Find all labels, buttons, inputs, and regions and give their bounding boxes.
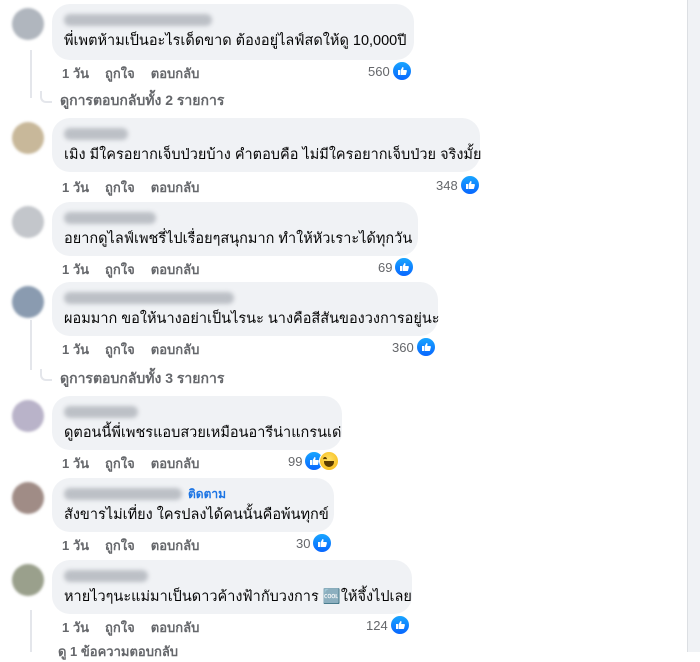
comment-bubble: พี่เพตห้ามเป็นอะไรเด็ดขาด ต้องอยู่ไลฟ์สด… (52, 4, 414, 60)
reaction-count: 30 (296, 535, 311, 551)
like-link[interactable]: ถูกใจ (105, 259, 135, 280)
avatar[interactable] (12, 564, 44, 596)
avatar[interactable] (12, 400, 44, 432)
comment-time[interactable]: 1 วัน (62, 617, 89, 638)
avatar[interactable] (12, 206, 44, 238)
comment-time[interactable]: 1 วัน (62, 63, 89, 84)
reaction-count: 124 (366, 617, 388, 633)
reaction-summary[interactable]: 69 (378, 257, 415, 277)
comment-actions: 1 วัน ถูกใจ ตอบกลับ (62, 339, 199, 360)
comment-actions: 1 วัน ถูกใจ ตอบกลับ (62, 453, 199, 474)
reply-link[interactable]: ตอบกลับ (151, 453, 200, 474)
comment-text: สังขารไม่เที่ยง ใครปลงได้คนนั้นคือพ้นทุก… (64, 507, 329, 523)
comment-text: หายไวๆนะแม่มาเป็นดาวค้างฟ้ากับวงการ 🆒ให้… (64, 589, 412, 605)
view-replies-label: ดูการตอบกลับทั้ง 3 รายการ (60, 370, 225, 386)
comment-actions: 1 วัน ถูกใจ ตอบกลับ (62, 177, 199, 198)
thread-line (30, 50, 32, 98)
comment-text: อยากดูไลฟ์เพชรี่ไปเรื่อยๆสนุกมาก ทำให้หั… (64, 231, 413, 247)
reaction-summary[interactable]: 348 (436, 175, 480, 195)
reaction-summary[interactable]: 360 (392, 337, 436, 357)
comment-text: เมิง มีใครอยากเจ็บป่วยบ้าง คำตอบคือ ไม่ม… (64, 147, 482, 163)
author-name[interactable] (64, 570, 148, 582)
comment-bubble: ดูตอนนี้พี่เพชรแอบสวยเหมือนอารีน่าแกรนเด… (52, 396, 342, 450)
comment-actions: 1 วัน ถูกใจ ตอบกลับ (62, 617, 199, 638)
comment-actions: 1 วัน ถูกใจ ตอบกลับ (62, 259, 199, 280)
avatar[interactable] (12, 286, 44, 318)
reply-link[interactable]: ตอบกลับ (151, 339, 200, 360)
comment-text: ผอมมาก ขอให้นางอย่าเป็นไรนะ นางคือสีสันข… (64, 311, 440, 327)
reaction-summary[interactable]: 124 (366, 615, 410, 635)
thread-line (30, 610, 32, 652)
thumbs-up-icon (415, 337, 436, 357)
thumbs-up-icon (312, 533, 333, 553)
comment-actions: 1 วัน ถูกใจ ตอบกลับ (62, 535, 199, 556)
avatar[interactable] (12, 482, 44, 514)
comment-text: ดูตอนนี้พี่เพชรแอบสวยเหมือนอารีน่าแกรนเด… (64, 425, 342, 441)
reaction-count: 560 (368, 63, 390, 79)
author-name[interactable] (64, 14, 212, 26)
reaction-summary[interactable]: 30 (296, 533, 333, 553)
reaction-count: 348 (436, 177, 458, 193)
author-name[interactable] (64, 488, 182, 500)
author-name[interactable] (64, 128, 128, 140)
comment-time[interactable]: 1 วัน (62, 535, 89, 556)
like-link[interactable]: ถูกใจ (105, 63, 135, 84)
reaction-count: 360 (392, 339, 414, 355)
reply-hook-line (40, 91, 52, 103)
reply-link[interactable]: ตอบกลับ (151, 177, 200, 198)
like-link[interactable]: ถูกใจ (105, 453, 135, 474)
reaction-summary[interactable]: 560 (368, 61, 412, 81)
reaction-summary[interactable]: 99 (288, 451, 340, 471)
comment-bubble: อยากดูไลฟ์เพชรี่ไปเรื่อยๆสนุกมาก ทำให้หั… (52, 202, 418, 256)
haha-icon (319, 451, 340, 471)
comment-bubble: ติดตาม สังขารไม่เที่ยง ใครปลงได้คนนั้นคื… (52, 478, 334, 532)
author-name[interactable] (64, 406, 138, 418)
thread-line (30, 320, 32, 370)
reply-hook-line (40, 369, 52, 381)
comment-text: พี่เพตห้ามเป็นอะไรเด็ดขาด ต้องอยู่ไลฟ์สด… (64, 33, 407, 49)
page-scrollbar[interactable] (687, 0, 700, 652)
author-name[interactable] (64, 212, 156, 224)
avatar[interactable] (12, 122, 44, 154)
reply-link[interactable]: ตอบกลับ (151, 617, 200, 638)
comment-bubble: หายไวๆนะแม่มาเป็นดาวค้างฟ้ากับวงการ 🆒ให้… (52, 560, 412, 614)
thumbs-up-icon (389, 615, 410, 635)
reply-link[interactable]: ตอบกลับ (151, 259, 200, 280)
comment-bubble: เมิง มีใครอยากเจ็บป่วยบ้าง คำตอบคือ ไม่ม… (52, 118, 482, 172)
reply-link[interactable]: ตอบกลับ (151, 63, 200, 84)
thumbs-up-icon (459, 175, 480, 195)
comment-time[interactable]: 1 วัน (62, 177, 89, 198)
comment-actions: 1 วัน ถูกใจ ตอบกลับ (62, 63, 199, 84)
thumbs-up-icon (391, 61, 412, 81)
view-replies-label: ดูการตอบกลับทั้ง 2 รายการ (60, 92, 225, 108)
comment-time[interactable]: 1 วัน (62, 259, 89, 280)
avatar[interactable] (12, 8, 44, 40)
like-link[interactable]: ถูกใจ (105, 177, 135, 198)
view-replies-link[interactable]: ดูการตอบกลับทั้ง 2 รายการ (40, 90, 224, 112)
reply-link[interactable]: ตอบกลับ (151, 535, 200, 556)
comment-bubble: ผอมมาก ขอให้นางอย่าเป็นไรนะ นางคือสีสันข… (52, 282, 440, 336)
author-name[interactable] (64, 292, 234, 304)
like-link[interactable]: ถูกใจ (105, 339, 135, 360)
reaction-count: 69 (378, 259, 393, 275)
like-link[interactable]: ถูกใจ (105, 617, 135, 638)
like-link[interactable]: ถูกใจ (105, 535, 135, 556)
comment-time[interactable]: 1 วัน (62, 453, 89, 474)
reaction-count: 99 (288, 453, 303, 469)
view-replies-link[interactable]: ดูการตอบกลับทั้ง 3 รายการ (40, 368, 224, 390)
thumbs-up-icon (394, 257, 415, 277)
follow-link[interactable]: ติดตาม (188, 485, 226, 504)
comment-time[interactable]: 1 วัน (62, 339, 89, 360)
